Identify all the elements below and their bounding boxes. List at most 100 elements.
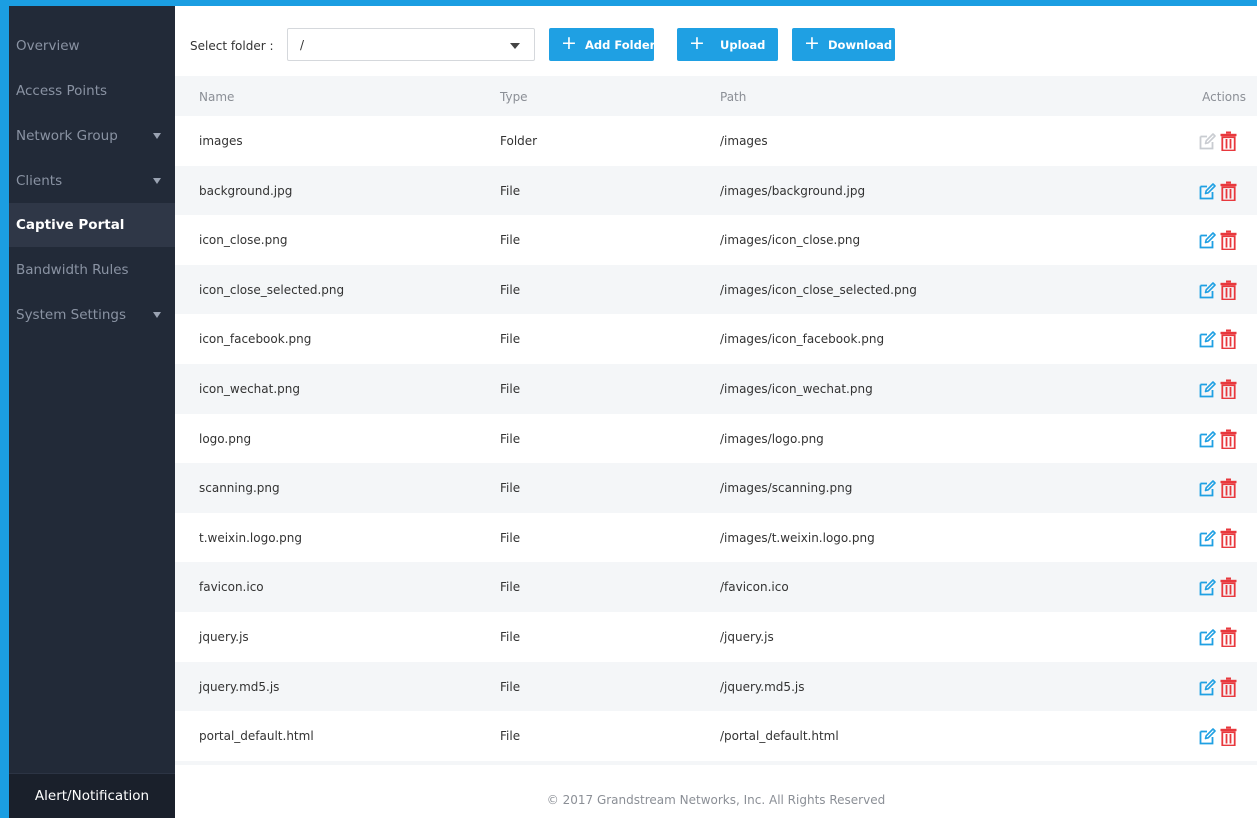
table-row[interactable]: jquery.js File/jquery.js: [175, 612, 1257, 662]
chevron-down-icon: [510, 43, 520, 49]
trash-icon[interactable]: [1220, 726, 1237, 747]
file-name: background.jpg: [199, 183, 293, 198]
sidebar-nav: Overview Access Points Network Group Cli…: [9, 6, 175, 818]
edit-icon[interactable]: [1199, 480, 1216, 497]
file-type: File: [500, 431, 521, 446]
plus-icon: +: [804, 32, 820, 54]
table-row[interactable]: icon_close_selected.png File/images/icon_…: [175, 264, 1257, 315]
file-toolbar: Select folder : / + Add Folder + Upload …: [175, 6, 1257, 76]
edit-icon[interactable]: [1199, 182, 1216, 200]
caret-down-icon: [153, 178, 161, 184]
table-row[interactable]: portal_pass.htmlFile/portal_pass.html: [175, 760, 1257, 765]
file-path: /images/scanning.png: [720, 481, 853, 496]
file-type: File: [500, 332, 521, 347]
edit-icon[interactable]: [1199, 281, 1216, 299]
sidebar-item-captive-portal[interactable]: Captive Portal: [9, 203, 175, 247]
file-type: Folder: [500, 134, 538, 148]
row-actions: [1199, 677, 1245, 699]
edit-icon[interactable]: [1199, 430, 1216, 448]
column-header-path: Path: [720, 90, 747, 104]
table-row[interactable]: background.jpg File/images/background.jpg: [175, 165, 1257, 216]
edit-icon[interactable]: [1199, 678, 1216, 696]
trash-icon[interactable]: [1220, 329, 1237, 350]
trash-icon[interactable]: [1220, 181, 1237, 201]
table-row[interactable]: portal_default.html File/portal_default.h…: [175, 711, 1257, 761]
file-name: t.weixin.logo.png: [199, 530, 302, 545]
row-actions: [1199, 577, 1245, 599]
sidebar-item-bandwidth-rules[interactable]: Bandwidth Rules: [9, 248, 175, 292]
trash-icon[interactable]: [1220, 478, 1237, 499]
file-name: jquery.md5.js: [199, 679, 280, 694]
table-row[interactable]: favicon.ico File/favicon.ico: [175, 562, 1257, 612]
add-folder-button[interactable]: + Add Folder: [549, 28, 656, 61]
table-row[interactable]: icon_facebook.png File/images/icon_facebo…: [175, 314, 1257, 364]
file-type: File: [500, 530, 521, 545]
trash-icon[interactable]: [1220, 677, 1237, 697]
file-type: File: [500, 282, 521, 297]
trash-icon[interactable]: [1220, 280, 1237, 300]
add-folder-label: Add Folder: [585, 38, 656, 52]
window-left-border: [0, 0, 9, 818]
trash-icon[interactable]: [1220, 379, 1237, 399]
edit-icon[interactable]: [1199, 529, 1216, 547]
sidebar-item-clients[interactable]: Clients: [9, 159, 175, 203]
file-type: File: [500, 580, 521, 595]
table-row[interactable]: icon_wechat.png File/images/icon_wechat.p…: [175, 363, 1257, 414]
file-name: icon_close.png: [199, 233, 288, 248]
file-path: /images/t.weixin.logo.png: [720, 530, 875, 545]
alert-notification-label: Alert/Notification: [34, 788, 150, 804]
sidebar-item-system-settings[interactable]: System Settings: [9, 293, 175, 337]
file-type: File: [500, 381, 521, 396]
row-actions: [1199, 478, 1245, 500]
edit-icon[interactable]: [1199, 331, 1216, 348]
sidebar-item-label: Captive Portal: [16, 217, 125, 233]
file-type: File: [500, 629, 521, 644]
row-actions: [1199, 280, 1245, 302]
file-path: /images/background.jpg: [720, 183, 866, 198]
plus-icon: +: [689, 32, 705, 54]
trash-icon[interactable]: [1220, 131, 1237, 151]
sidebar-item-label: System Settings: [16, 307, 127, 323]
edit-icon[interactable]: [1199, 381, 1216, 398]
trash-icon[interactable]: [1220, 577, 1237, 598]
download-button[interactable]: + Download: [792, 28, 895, 61]
alert-notification-button[interactable]: Alert/Notification: [9, 773, 175, 818]
file-table-body: images Folder/images background.jpg File/im…: [175, 116, 1257, 765]
trash-icon[interactable]: [1220, 528, 1237, 548]
folder-select-value: /: [300, 38, 305, 52]
row-actions: [1199, 627, 1245, 649]
copyright-text: © 2017 Grandstream Networks, Inc. All Ri…: [546, 793, 886, 807]
table-row[interactable]: jquery.md5.js File/jquery.md5.js: [175, 661, 1257, 712]
file-name: scanning.png: [199, 481, 280, 496]
trash-icon[interactable]: [1220, 230, 1237, 251]
file-name: icon_close_selected.png: [199, 282, 345, 297]
edit-icon[interactable]: [1199, 232, 1216, 249]
file-path: /images/icon_wechat.png: [720, 381, 873, 396]
row-actions: [1199, 181, 1245, 203]
file-path: /favicon.ico: [720, 580, 789, 595]
file-path: /images: [720, 134, 768, 148]
edit-icon[interactable]: [1199, 629, 1216, 646]
table-row[interactable]: images Folder/images: [175, 116, 1257, 166]
sidebar-item-label: Bandwidth Rules: [16, 262, 129, 278]
table-row[interactable]: scanning.png File/images/scanning.png: [175, 463, 1257, 513]
upload-button[interactable]: + Upload: [677, 28, 778, 61]
edit-icon[interactable]: [1199, 579, 1216, 596]
sidebar-item-access-points[interactable]: Access Points: [9, 69, 175, 113]
file-name: icon_facebook.png: [199, 332, 312, 347]
file-type: File: [500, 729, 521, 744]
trash-icon[interactable]: [1220, 429, 1237, 449]
sidebar-item-overview[interactable]: Overview: [9, 24, 175, 68]
folder-select[interactable]: /: [287, 28, 535, 61]
table-row[interactable]: logo.png File/images/logo.png: [175, 414, 1257, 464]
table-row[interactable]: icon_close.png File/images/icon_close.png: [175, 215, 1257, 265]
file-name: jquery.js: [199, 629, 249, 644]
row-actions: [1199, 379, 1245, 401]
edit-icon[interactable]: [1199, 728, 1216, 745]
caret-down-icon: [153, 312, 161, 318]
file-type: File: [500, 679, 521, 694]
sidebar-item-network-group[interactable]: Network Group: [9, 114, 175, 158]
file-name: icon_wechat.png: [199, 381, 300, 396]
trash-icon[interactable]: [1220, 627, 1237, 647]
table-row[interactable]: t.weixin.logo.png File/images/t.weixin.lo…: [175, 513, 1257, 563]
